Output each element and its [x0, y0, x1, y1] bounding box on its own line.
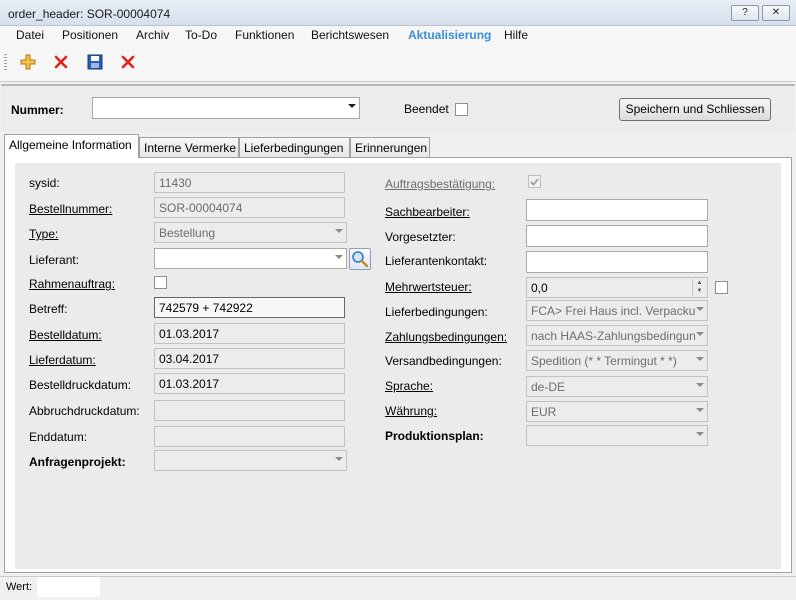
nummer-label: Nummer: — [11, 103, 64, 117]
check-icon — [530, 178, 539, 186]
zahlungsbedingungen-dropdown[interactable]: nach HAAS-Zahlungsbedingun — [526, 325, 708, 346]
type-value: Bestellung — [159, 226, 216, 240]
lieferbedingungen-dropdown[interactable]: FCA> Frei Haus incl. Verpacku — [526, 300, 708, 321]
sprache-value: de-DE — [531, 380, 566, 394]
waehrung-label: Währung: — [385, 404, 438, 418]
tab-interne-vermerke[interactable]: Interne Vermerke — [139, 137, 239, 158]
tab-erinnerungen[interactable]: Erinnerungen — [350, 137, 430, 158]
lieferant-label: Lieferant: — [29, 253, 80, 267]
menu-positionen[interactable]: Positionen — [62, 28, 118, 42]
menu-bar — [0, 26, 796, 46]
lieferbedingungen-value: FCA> Frei Haus incl. Verpacku — [531, 304, 696, 318]
anfragenprojekt-label: Anfragenprojekt: — [29, 455, 126, 469]
close-window-button[interactable]: ✕ — [762, 5, 790, 21]
bestelldatum-field[interactable]: 01.03.2017 — [154, 323, 345, 344]
enddatum-label: Enddatum: — [29, 430, 88, 444]
sachbearbeiter-field[interactable] — [526, 199, 708, 221]
lieferantenkontakt-field[interactable] — [526, 251, 708, 273]
wert-field — [37, 577, 100, 597]
chevron-down-icon — [696, 357, 704, 361]
menu-funktionen[interactable]: Funktionen — [235, 28, 294, 42]
lieferbedingungen-label: Lieferbedingungen: — [385, 305, 488, 319]
sysid-field: 11430 — [154, 172, 345, 193]
rahmenauftrag-label: Rahmenauftrag: — [29, 277, 116, 291]
rahmenauftrag-checkbox[interactable] — [154, 276, 167, 289]
menu-todo[interactable]: To-Do — [185, 28, 217, 42]
bestellnummer-label: Bestellnummer: — [29, 202, 113, 216]
chevron-down-icon — [335, 457, 343, 461]
vorgesetzter-label: Vorgesetzter: — [385, 230, 456, 244]
cancel-icon[interactable] — [119, 53, 137, 71]
lieferant-dropdown[interactable] — [154, 248, 347, 269]
chevron-down-icon — [348, 104, 356, 108]
beendet-checkbox[interactable] — [455, 103, 468, 116]
chevron-down-icon — [696, 408, 704, 412]
vorgesetzter-field[interactable] — [526, 225, 708, 247]
enddatum-field[interactable] — [154, 426, 345, 447]
search-icon — [352, 251, 369, 268]
sprache-dropdown[interactable]: de-DE — [526, 376, 708, 397]
status-bar — [0, 576, 796, 600]
tab-lieferbedingungen[interactable]: Lieferbedingungen — [239, 137, 350, 158]
betreff-label: Betreff: — [29, 302, 68, 316]
window-title: order_header: SOR-00004074 — [8, 7, 171, 21]
produktionsplan-label: Produktionsplan: — [385, 429, 484, 443]
tab-allgemeine-information[interactable]: Allgemeine Information — [4, 134, 139, 158]
delete-icon[interactable] — [52, 53, 70, 71]
add-icon[interactable] — [19, 53, 37, 71]
bestelldruckdatum-field[interactable]: 01.03.2017 — [154, 373, 345, 394]
mehrwertsteuer-spin[interactable]: ▲ ▼ — [692, 279, 706, 296]
waehrung-value: EUR — [531, 405, 557, 419]
versandbedingungen-value: Spedition (* * Termingut * *) — [531, 354, 677, 368]
menu-aktualisierung[interactable]: Aktualisierung — [408, 28, 491, 42]
sprache-label: Sprache: — [385, 379, 434, 393]
bestelldruckdatum-label: Bestelldruckdatum: — [29, 378, 132, 392]
mehrwertsteuer-stepper[interactable]: 0,0 ▲ ▼ — [526, 277, 708, 298]
auftragsbestaetigung-checkbox[interactable] — [528, 175, 541, 188]
spin-down-icon[interactable]: ▼ — [693, 287, 706, 295]
spin-up-icon[interactable]: ▲ — [693, 279, 706, 287]
beendet-label: Beendet — [404, 102, 449, 116]
chevron-down-icon — [696, 432, 704, 436]
auftragsbestaetigung-label: Auftragsbestätigung: — [385, 177, 496, 191]
chevron-down-icon — [696, 383, 704, 387]
menu-berichtswesen[interactable]: Berichtswesen — [311, 28, 389, 42]
versandbedingungen-dropdown[interactable]: Spedition (* * Termingut * *) — [526, 350, 708, 371]
chevron-down-icon — [335, 229, 343, 233]
menu-datei[interactable]: Datei — [16, 28, 44, 42]
abbruchdruckdatum-field[interactable] — [154, 400, 345, 421]
lieferant-search-button[interactable] — [349, 248, 371, 270]
chevron-down-icon — [335, 255, 343, 259]
menu-archiv[interactable]: Archiv — [136, 28, 169, 42]
versandbedingungen-label: Versandbedingungen: — [385, 354, 502, 368]
save-icon[interactable] — [86, 53, 104, 71]
mehrwertsteuer-label: Mehrwertsteuer: — [385, 280, 472, 294]
menu-hilfe[interactable]: Hilfe — [504, 28, 528, 42]
toolbar-grip — [4, 54, 7, 72]
zahlungsbedingungen-label: Zahlungsbedingungen: — [385, 330, 508, 344]
produktionsplan-dropdown[interactable] — [526, 425, 708, 446]
zahlungsbedingungen-value: nach HAAS-Zahlungsbedingun — [531, 329, 696, 343]
lieferantenkontakt-label: Lieferantenkontakt: — [385, 254, 488, 268]
bestelldatum-label: Bestelldatum: — [29, 328, 102, 342]
betreff-field[interactable]: 742579 + 742922 — [154, 297, 345, 318]
sysid-label: sysid: — [29, 176, 60, 190]
type-dropdown[interactable]: Bestellung — [154, 222, 347, 243]
lieferdatum-label: Lieferdatum: — [29, 353, 96, 367]
mehrwertsteuer-value: 0,0 — [531, 281, 548, 295]
chevron-down-icon — [696, 307, 704, 311]
abbruchdruckdatum-label: Abbruchdruckdatum: — [29, 404, 140, 418]
bestellnummer-field: SOR-00004074 — [154, 197, 345, 218]
wert-label: Wert: — [6, 581, 33, 593]
type-label: Type: — [29, 227, 59, 241]
help-window-button[interactable]: ? — [731, 5, 759, 21]
mehrwertsteuer-checkbox[interactable] — [715, 281, 728, 294]
chevron-down-icon — [696, 332, 704, 336]
save-close-button[interactable]: Speichern und Schliessen — [619, 98, 771, 121]
waehrung-dropdown[interactable]: EUR — [526, 401, 708, 422]
sachbearbeiter-label: Sachbearbeiter: — [385, 205, 470, 219]
lieferdatum-field[interactable]: 03.04.2017 — [154, 348, 345, 369]
anfragenprojekt-dropdown[interactable] — [154, 450, 347, 471]
nummer-dropdown[interactable] — [92, 97, 360, 119]
